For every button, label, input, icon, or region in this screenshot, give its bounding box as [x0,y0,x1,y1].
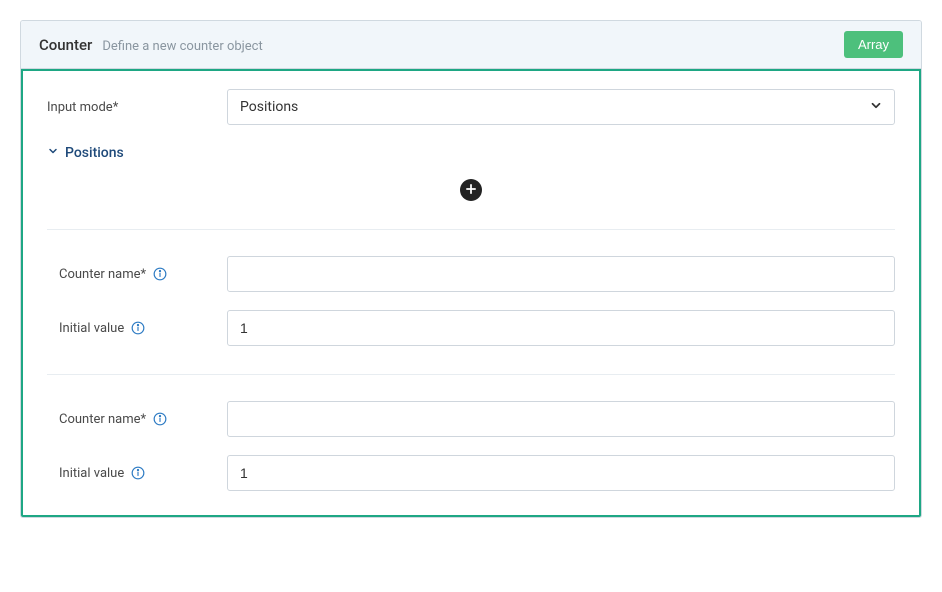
counter-name-label-text: Counter name [59,412,146,427]
counter-name-field [227,256,895,292]
panel-title: Counter [39,36,92,54]
array-button[interactable]: Array [844,31,903,58]
initial-value-row: Initial value [47,455,895,491]
chevron-down-icon [47,145,59,161]
counter-block: Counter name Initial value [47,256,895,368]
counter-name-row: Counter name [47,401,895,437]
add-row [47,179,895,201]
plus-icon [464,181,478,200]
counter-name-label: Counter name [47,266,227,282]
initial-value-field [227,310,895,346]
counter-panel: Counter Define a new counter object Arra… [20,20,922,518]
input-mode-field: Positions [227,89,895,125]
counter-name-label: Counter name [47,411,227,427]
input-mode-label: Input mode [47,100,227,115]
counter-block: Counter name Initial value [47,401,895,491]
initial-value-label: Initial value [47,320,227,336]
info-icon[interactable] [130,465,146,481]
initial-value-input[interactable] [227,310,895,346]
counter-name-field [227,401,895,437]
panel-body: Input mode Positions Positions [21,69,921,517]
counter-name-row: Counter name [47,256,895,292]
info-icon[interactable] [130,320,146,336]
initial-value-label-text: Initial value [59,466,124,481]
add-button[interactable] [460,179,482,201]
counter-name-input[interactable] [227,401,895,437]
input-mode-row: Input mode Positions [47,89,895,125]
input-mode-select[interactable]: Positions [227,89,895,125]
input-mode-value: Positions [240,99,298,115]
initial-value-row: Initial value [47,310,895,346]
info-icon[interactable] [152,411,168,427]
initial-value-label: Initial value [47,465,227,481]
positions-toggle-label: Positions [65,145,124,161]
input-mode-label-text: Input mode [47,100,118,115]
header-left: Counter Define a new counter object [39,36,263,54]
initial-value-label-text: Initial value [59,321,124,336]
initial-value-field [227,455,895,491]
divider [47,374,895,375]
counter-name-label-text: Counter name [59,267,146,282]
info-icon[interactable] [152,266,168,282]
input-mode-select-wrap: Positions [227,89,895,125]
positions-toggle[interactable]: Positions [47,145,895,161]
panel-header: Counter Define a new counter object Arra… [21,21,921,69]
counter-name-input[interactable] [227,256,895,292]
panel-subtitle: Define a new counter object [102,39,262,54]
initial-value-input[interactable] [227,455,895,491]
divider [47,229,895,230]
